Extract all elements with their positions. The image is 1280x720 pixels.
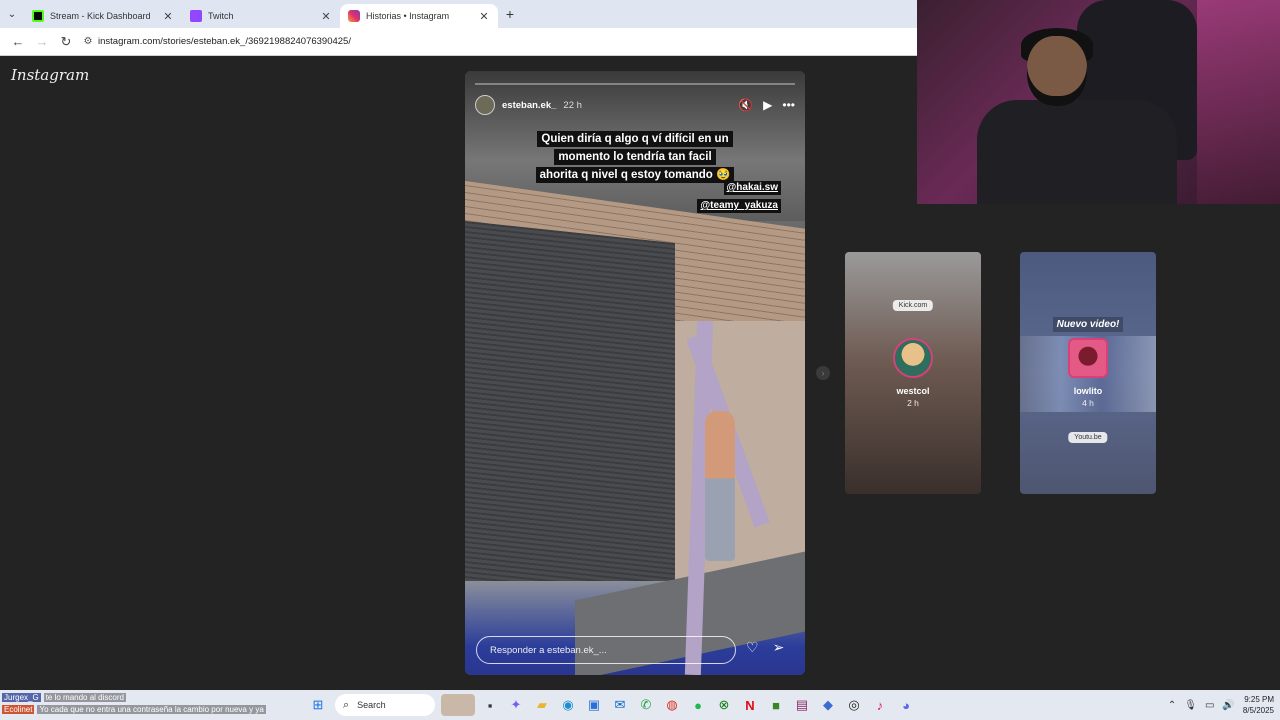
discord-icon[interactable]: ◕ — [895, 694, 917, 716]
xbox-icon[interactable]: ⊗ — [713, 694, 735, 716]
whatsapp-icon[interactable]: ✆ — [635, 694, 657, 716]
tab-label: Stream - Kick Dashboard — [50, 11, 151, 21]
obs-icon[interactable]: ◎ — [843, 694, 865, 716]
network-icon[interactable]: ▭ — [1205, 700, 1214, 711]
play-icon[interactable]: ▶ — [763, 98, 772, 112]
more-options-icon[interactable]: ••• — [782, 98, 795, 112]
twitch-icon — [190, 10, 202, 22]
file-explorer-icon[interactable]: ▰ — [531, 694, 553, 716]
story-viewer[interactable]: esteban.ek_ 22 h 🔇 ▶ ••• Quien diría q a… — [465, 71, 805, 675]
address-bar: ← → ↻ ⚙ instagram.com/stories/esteban.ek… — [0, 28, 917, 56]
mention-tag[interactable]: @teamy_yakuza — [697, 199, 781, 213]
story-header: esteban.ek_ 22 h 🔇 ▶ ••• — [475, 93, 795, 117]
tab-label: Twitch — [208, 11, 234, 21]
winrar-icon[interactable]: ▤ — [791, 694, 813, 716]
instagram-icon — [348, 10, 360, 22]
caption-line: Quien diría q algo q ví difícil en un — [537, 131, 733, 147]
avatar — [1068, 338, 1108, 378]
edge-icon[interactable]: ◉ — [557, 694, 579, 716]
next-story-chevron-icon[interactable]: › — [816, 366, 830, 380]
send-icon[interactable]: ➢ — [773, 639, 785, 656]
netflix-icon[interactable]: N — [739, 694, 761, 716]
reply-input[interactable]: Responder a esteban.ek_... — [476, 636, 736, 664]
minecraft-icon[interactable]: ■ — [765, 694, 787, 716]
caption-line: momento lo tendría tan facil — [554, 149, 716, 165]
card-time: 4 h — [1082, 398, 1094, 408]
spotify-icon[interactable]: ● — [687, 694, 709, 716]
back-arrow-icon[interactable]: ← — [6, 34, 30, 49]
link-sticker: Youtu.be — [1068, 432, 1108, 443]
card-username: lowlito — [1073, 386, 1103, 396]
card-heading: Nuevo video! — [1020, 314, 1156, 332]
tab-instagram-stories[interactable]: Historias • Instagram ✕ — [340, 4, 498, 28]
card-username: westcol — [896, 386, 930, 396]
kick-icon — [32, 10, 44, 22]
avatar[interactable] — [475, 95, 495, 115]
windows-start-icon[interactable]: ⊞ — [307, 694, 329, 716]
card-time: 2 h — [907, 398, 919, 408]
forward-arrow-icon[interactable]: → — [30, 34, 54, 49]
tab-label: Historias • Instagram — [366, 11, 450, 21]
webcam-overlay — [917, 0, 1280, 204]
search-icon: ⌕ — [343, 698, 350, 711]
tab-search-chevron-icon[interactable]: ⌄ — [0, 0, 24, 28]
search-label: Search — [357, 700, 386, 710]
new-tab-button[interactable]: + — [498, 6, 522, 22]
close-icon[interactable]: ✕ — [162, 10, 174, 23]
browser-tab-bar: ⌄ Stream - Kick Dashboard ✕ Twitch ✕ His… — [0, 0, 917, 28]
store-icon[interactable]: ▣ — [583, 694, 605, 716]
story-progress-bar — [475, 83, 795, 85]
story-card-westcol[interactable]: Kick.com westcol 2 h — [845, 252, 981, 494]
chrome-icon[interactable]: ◍ — [661, 694, 683, 716]
chat-message: Ecolinet Yo cada que no entra una contras… — [2, 705, 266, 714]
story-time: 22 h — [563, 99, 582, 111]
widgets-icon[interactable] — [441, 694, 475, 716]
tab-kick-dashboard[interactable]: Stream - Kick Dashboard ✕ — [24, 4, 182, 28]
link-sticker: Kick.com — [892, 300, 934, 311]
reload-icon[interactable]: ↻ — [54, 34, 78, 50]
microphone-icon[interactable]: 🎙 — [1184, 700, 1197, 711]
tab-twitch[interactable]: Twitch ✕ — [182, 4, 340, 28]
system-tray: ⌃ 🎙 ▭ 🔊 9:25 PM 8/5/2025 — [1168, 690, 1274, 720]
tiktok-icon[interactable]: ♪ — [869, 694, 891, 716]
mention-tag[interactable]: @hakai.sw — [723, 181, 781, 195]
url-field[interactable]: instagram.com/stories/esteban.ek_/369219… — [98, 36, 351, 47]
clock[interactable]: 9:25 PM 8/5/2025 — [1243, 694, 1274, 716]
close-icon[interactable]: ✕ — [478, 10, 490, 23]
chevron-up-icon[interactable]: ⌃ — [1168, 700, 1176, 711]
story-username[interactable]: esteban.ek_ — [502, 100, 556, 111]
task-view-icon[interactable]: ▪ — [479, 694, 501, 716]
volume-icon[interactable]: 🔊 — [1222, 700, 1234, 711]
story-caption: Quien diría q algo q ví difícil en un mo… — [465, 129, 805, 183]
outlook-icon[interactable]: ✉ — [609, 694, 631, 716]
taskbar-search[interactable]: ⌕ Search — [335, 694, 435, 716]
mute-icon[interactable]: 🔇 — [738, 98, 753, 112]
close-icon[interactable]: ✕ — [320, 10, 332, 23]
story-card-lowlito[interactable]: Nuevo video! lowlito 4 h Youtu.be — [1020, 252, 1156, 494]
site-info-icon[interactable]: ⚙ — [78, 36, 98, 47]
copilot-icon[interactable]: ✦ — [505, 694, 527, 716]
heart-icon[interactable]: ♡ — [746, 639, 759, 656]
vpn-icon[interactable]: ◆ — [817, 694, 839, 716]
story-mentions: @hakai.sw @teamy_yakuza — [697, 177, 781, 213]
stream-chat-overlay: Jurgex_G te lo mando al discord Ecolinet Y… — [2, 690, 266, 718]
avatar — [893, 338, 933, 378]
instagram-logo[interactable]: Instagram — [11, 66, 89, 84]
